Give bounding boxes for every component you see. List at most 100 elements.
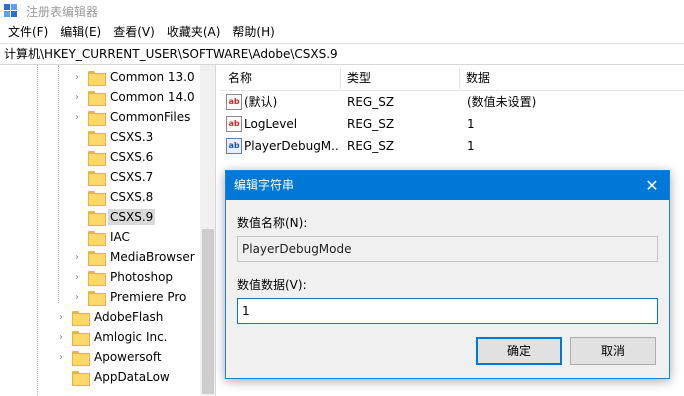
value-type: REG_SZ: [347, 117, 395, 131]
tree-item[interactable]: › MediaBrowser: [72, 247, 197, 267]
tree-item-selected[interactable]: CSXS.9: [72, 207, 156, 227]
value-data-label: 数值数据(V):: [237, 278, 307, 292]
value-name-label: 数值名称(N):: [237, 216, 308, 230]
folder-icon: [72, 330, 90, 346]
column-header-name[interactable]: 名称: [222, 65, 340, 91]
tree-item-label: CommonFiles: [110, 110, 191, 124]
tree-item[interactable]: › Apowersoft: [56, 347, 164, 367]
chevron-right-icon[interactable]: ›: [56, 347, 66, 367]
tree-item-label: CSXS.7: [110, 170, 154, 184]
value-data: 1: [467, 139, 475, 153]
tree-item-label: CSXS.6: [110, 150, 154, 164]
title-bar: 注册表编辑器: [0, 0, 684, 22]
tree-item[interactable]: CSXS.3: [72, 127, 155, 147]
tree-guide-line: [37, 65, 38, 396]
tree-item[interactable]: CSXS.8: [72, 187, 155, 207]
tree-item[interactable]: › AdobeFlash: [56, 307, 165, 327]
tree-item-label: AdobeFlash: [94, 310, 164, 324]
value-name: (默认): [244, 95, 278, 109]
value-data-field[interactable]: 1: [237, 298, 658, 324]
folder-icon: [72, 370, 90, 386]
tree-item[interactable]: › Photoshop: [72, 267, 175, 287]
value-type: REG_SZ: [347, 139, 395, 153]
menu-file[interactable]: 文件(F): [2, 22, 54, 43]
chevron-right-icon[interactable]: ›: [72, 247, 82, 267]
tree-item[interactable]: AppDataLow: [56, 367, 172, 387]
dialog-title: 编辑字符串: [234, 178, 295, 192]
menu-edit[interactable]: 编辑(E): [54, 22, 107, 43]
chevron-right-icon[interactable]: ›: [72, 267, 82, 287]
folder-icon: [88, 130, 106, 146]
value-name-field: PlayerDebugMode: [237, 236, 658, 262]
value-type: REG_SZ: [347, 95, 395, 109]
tree-item-label: CSXS.9: [108, 209, 156, 225]
folder-icon: [88, 210, 106, 226]
tree-scrollbar[interactable]: [200, 65, 215, 396]
value-data: (数值未设置): [467, 95, 537, 109]
key-tree: › Common 13.0 › Common 14.0 › CommonFile…: [0, 65, 216, 396]
folder-icon: [88, 190, 106, 206]
menu-view[interactable]: 查看(V): [107, 22, 161, 43]
ok-button[interactable]: 确定: [476, 337, 562, 365]
chevron-right-icon[interactable]: ›: [72, 287, 82, 307]
folder-icon: [88, 90, 106, 106]
cancel-button[interactable]: 取消: [570, 337, 656, 365]
chevron-right-icon[interactable]: ›: [72, 107, 82, 127]
list-header: 名称 类型 数据: [220, 65, 684, 91]
window-title: 注册表编辑器: [26, 4, 99, 19]
menu-favorites[interactable]: 收藏夹(A): [161, 22, 227, 43]
edit-string-dialog: 编辑字符串 ✕ 数值名称(N): PlayerDebugMode 数值数据(V)…: [225, 170, 670, 379]
value-name: PlayerDebugM...: [244, 139, 340, 153]
tree-item-label: Premiere Pro: [110, 290, 187, 304]
column-header-type[interactable]: 类型: [341, 65, 459, 91]
value-name: LogLevel: [244, 117, 298, 131]
tree-item[interactable]: › Common 14.0: [72, 87, 197, 107]
tree-item-label: MediaBrowser: [110, 250, 195, 264]
dialog-title-bar[interactable]: 编辑字符串 ✕: [226, 171, 669, 200]
chevron-right-icon[interactable]: ›: [56, 307, 66, 327]
tree-item[interactable]: › Premiere Pro: [72, 287, 188, 307]
folder-icon: [88, 170, 106, 186]
string-value-icon: ab: [226, 138, 242, 154]
table-row[interactable]: ab PlayerDebugM... REG_SZ 1: [220, 135, 684, 157]
string-value-icon: ab: [226, 116, 242, 132]
tree-item[interactable]: CSXS.6: [72, 147, 155, 167]
folder-icon: [88, 250, 106, 266]
tree-item[interactable]: › Amlogic Inc.: [56, 327, 170, 347]
tree-item-label: Amlogic Inc.: [94, 330, 168, 344]
folder-icon: [72, 310, 90, 326]
folder-icon: [88, 150, 106, 166]
folder-icon: [88, 270, 106, 286]
string-value-icon: ab: [226, 94, 242, 110]
tree-item-label: Photoshop: [110, 270, 174, 284]
column-header-data[interactable]: 数据: [460, 65, 660, 91]
table-row[interactable]: ab LogLevel REG_SZ 1: [220, 113, 684, 135]
chevron-right-icon[interactable]: ›: [72, 87, 82, 107]
tree-item[interactable]: › CommonFiles: [72, 107, 192, 127]
tree-item-label: IAC: [110, 230, 130, 244]
tree-item-label: CSXS.3: [110, 130, 154, 144]
folder-icon: [88, 230, 106, 246]
folder-icon: [88, 110, 106, 126]
tree-item[interactable]: IAC: [72, 227, 132, 247]
folder-icon: [88, 290, 106, 306]
tree-item-label: AppDataLow: [94, 370, 170, 384]
chevron-right-icon[interactable]: ›: [72, 67, 82, 87]
tree-item[interactable]: CSXS.7: [72, 167, 155, 187]
tree-item-label: Common 13.0: [110, 70, 195, 84]
tree-item-label: Common 14.0: [110, 90, 195, 104]
address-bar[interactable]: 计算机\HKEY_CURRENT_USER\SOFTWARE\Adobe\CSX…: [0, 43, 684, 65]
value-data: 1: [467, 117, 475, 131]
menu-bar: 文件(F) 编辑(E) 查看(V) 收藏夹(A) 帮助(H): [0, 22, 684, 43]
close-icon[interactable]: ✕: [635, 171, 669, 200]
folder-icon: [72, 350, 90, 366]
scrollbar-thumb[interactable]: [202, 229, 214, 394]
menu-help[interactable]: 帮助(H): [226, 22, 280, 43]
tree-item[interactable]: › Common 13.0: [72, 67, 197, 87]
registry-editor-icon: [4, 4, 18, 18]
chevron-right-icon[interactable]: ›: [56, 327, 66, 347]
table-row[interactable]: ab (默认) REG_SZ (数值未设置): [220, 91, 684, 113]
tree-guide-line: [58, 65, 59, 303]
tree-item-label: Apowersoft: [94, 350, 162, 364]
folder-icon: [88, 70, 106, 86]
